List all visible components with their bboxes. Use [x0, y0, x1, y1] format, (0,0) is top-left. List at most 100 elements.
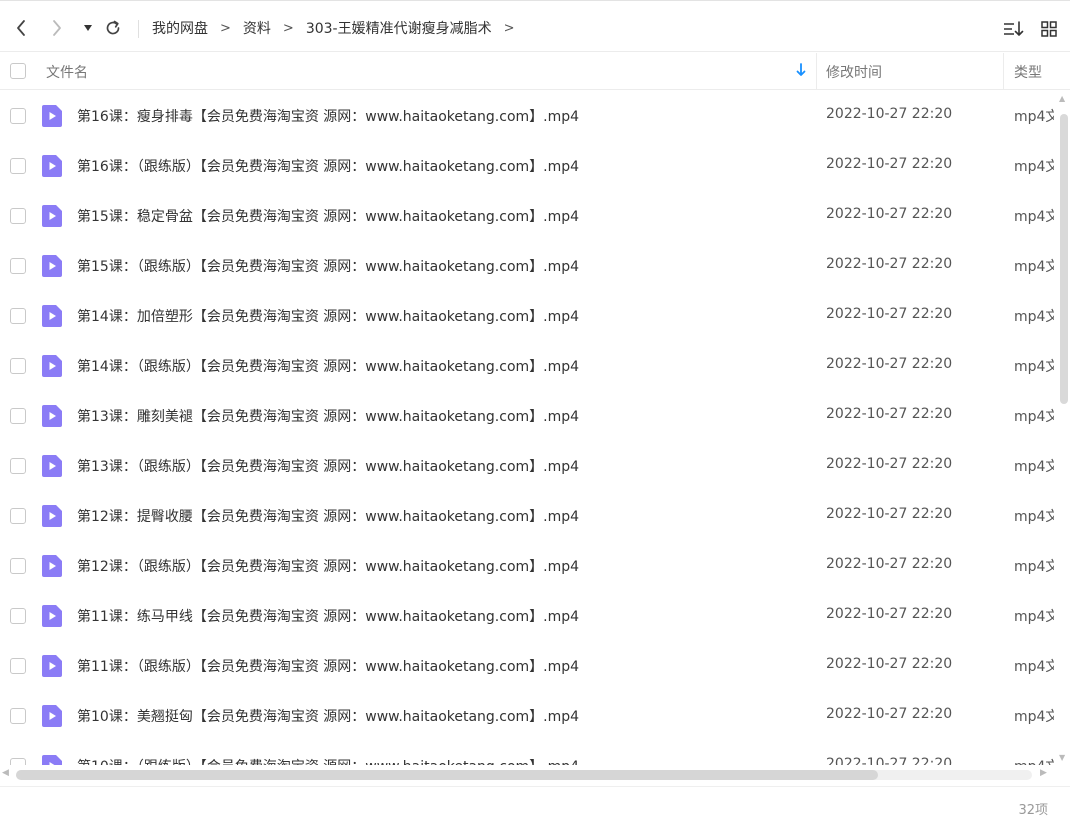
back-button[interactable] [10, 16, 32, 40]
row-checkbox[interactable] [10, 658, 26, 674]
file-type: mp4文 [1014, 409, 1054, 425]
file-row[interactable]: 第15课：稳定骨盆【会员免费海淘宝资 源网：www.haitaoketang.c… [0, 191, 1056, 241]
file-name[interactable]: 第14课：加倍塑形【会员免费海淘宝资 源网：www.haitaoketang.c… [77, 306, 579, 326]
file-name[interactable]: 第12课：提臀收腰【会员免费海淘宝资 源网：www.haitaoketang.c… [77, 506, 579, 526]
forward-button[interactable] [46, 16, 68, 40]
file-name[interactable]: 第14课：（跟练版）【会员免费海淘宝资 源网：www.haitaoketang.… [77, 356, 579, 376]
horizontal-scrollbar[interactable]: ◀ ▶ [0, 766, 1056, 784]
file-type: mp4文 [1014, 209, 1054, 225]
file-type: mp4文 [1014, 159, 1054, 175]
row-checkbox[interactable] [10, 408, 26, 424]
file-type: mp4文 [1014, 609, 1054, 625]
column-divider[interactable] [1003, 53, 1004, 90]
video-file-icon [42, 255, 62, 277]
file-name[interactable]: 第15课：（跟练版）【会员免费海淘宝资 源网：www.haitaoketang.… [77, 256, 579, 276]
file-row[interactable]: 第16课：瘦身排毒【会员免费海淘宝资 源网：www.haitaoketang.c… [0, 91, 1056, 141]
breadcrumb: 我的网盘 > 资料 > 303-王媛精准代谢瘦身减脂术 > [152, 16, 527, 40]
row-checkbox[interactable] [10, 158, 26, 174]
video-file-icon [42, 355, 62, 377]
file-modified-time: 2022-10-27 22:20 [826, 756, 953, 765]
file-row[interactable]: 第14课：加倍塑形【会员免费海淘宝资 源网：www.haitaoketang.c… [0, 291, 1056, 341]
file-row[interactable]: 第12课：（跟练版）【会员免费海淘宝资 源网：www.haitaoketang.… [0, 541, 1056, 591]
breadcrumb-expand-arrow[interactable]: > [504, 21, 515, 36]
video-file-icon [42, 605, 62, 627]
file-row[interactable]: 第11课：练马甲线【会员免费海淘宝资 源网：www.haitaoketang.c… [0, 591, 1056, 641]
history-dropdown-button[interactable] [80, 16, 96, 40]
column-header-name[interactable]: 文件名 [46, 62, 88, 82]
file-modified-time: 2022-10-27 22:20 [826, 706, 953, 722]
file-row[interactable]: 第10课：美翘挺匈【会员免费海淘宝资 源网：www.haitaoketang.c… [0, 691, 1056, 741]
file-name[interactable]: 第16课：瘦身排毒【会员免费海淘宝资 源网：www.haitaoketang.c… [77, 106, 579, 126]
row-checkbox[interactable] [10, 358, 26, 374]
grid-view-icon [1041, 21, 1057, 37]
video-file-icon [42, 405, 62, 427]
file-modified-time: 2022-10-27 22:20 [826, 356, 953, 372]
video-file-icon [42, 705, 62, 727]
sort-button[interactable] [1003, 18, 1025, 40]
row-checkbox[interactable] [10, 308, 26, 324]
file-name[interactable]: 第11课：练马甲线【会员免费海淘宝资 源网：www.haitaoketang.c… [77, 606, 579, 626]
file-row[interactable]: 第16课：（跟练版）【会员免费海淘宝资 源网：www.haitaoketang.… [0, 141, 1056, 191]
scroll-up-icon[interactable]: ▲ [1059, 94, 1065, 103]
video-file-icon [42, 555, 62, 577]
horizontal-scroll-thumb[interactable] [16, 770, 878, 780]
file-name[interactable]: 第13课：（跟练版）【会员免费海淘宝资 源网：www.haitaoketang.… [77, 456, 579, 476]
row-checkbox[interactable] [10, 258, 26, 274]
file-row[interactable]: 第13课：（跟练版）【会员免费海淘宝资 源网：www.haitaoketang.… [0, 441, 1056, 491]
file-modified-time: 2022-10-27 22:20 [826, 656, 953, 672]
file-row[interactable]: 第12课：提臀收腰【会员免费海淘宝资 源网：www.haitaoketang.c… [0, 491, 1056, 541]
file-name[interactable]: 第11课：（跟练版）【会员免费海淘宝资 源网：www.haitaoketang.… [77, 656, 579, 676]
row-checkbox[interactable] [10, 458, 26, 474]
file-type: mp4文 [1014, 709, 1054, 725]
file-row[interactable]: 第15课：（跟练版）【会员免费海淘宝资 源网：www.haitaoketang.… [0, 241, 1056, 291]
grid-view-button[interactable] [1038, 18, 1060, 40]
file-row[interactable]: 第10课：（跟练版）【会员免费海淘宝资 源网：www.haitaoketang.… [0, 741, 1056, 765]
select-all-checkbox[interactable] [10, 63, 26, 79]
breadcrumb-item-materials[interactable]: 资料 [243, 18, 271, 38]
file-row[interactable]: 第14课：（跟练版）【会员免费海淘宝资 源网：www.haitaoketang.… [0, 341, 1056, 391]
file-list-header: 文件名 修改时间 类型 [0, 53, 1070, 90]
file-name[interactable]: 第10课：美翘挺匈【会员免费海淘宝资 源网：www.haitaoketang.c… [77, 706, 579, 726]
file-type: mp4文 [1014, 109, 1054, 125]
video-file-icon [42, 205, 62, 227]
refresh-button[interactable] [102, 16, 124, 40]
breadcrumb-separator: > [220, 20, 231, 36]
file-name[interactable]: 第12课：（跟练版）【会员免费海淘宝资 源网：www.haitaoketang.… [77, 556, 579, 576]
toolbar-divider [138, 20, 139, 38]
column-header-type[interactable]: 类型 [1014, 62, 1042, 82]
video-file-icon [42, 155, 62, 177]
row-checkbox[interactable] [10, 758, 26, 765]
scroll-left-icon[interactable]: ◀ [2, 768, 9, 778]
file-name[interactable]: 第15课：稳定骨盆【会员免费海淘宝资 源网：www.haitaoketang.c… [77, 206, 579, 226]
video-file-icon [42, 505, 62, 527]
refresh-icon [106, 20, 120, 35]
file-type: mp4文 [1014, 509, 1054, 525]
video-file-icon [42, 305, 62, 327]
file-type: mp4文 [1014, 259, 1054, 275]
sort-arrow-icon[interactable] [796, 63, 806, 81]
column-header-modified-time[interactable]: 修改时间 [826, 62, 882, 82]
breadcrumb-separator: > [282, 20, 294, 36]
file-name[interactable]: 第16课：（跟练版）【会员免费海淘宝资 源网：www.haitaoketang.… [77, 156, 579, 176]
video-file-icon [42, 105, 62, 127]
file-name[interactable]: 第13课：雕刻美褪【会员免费海淘宝资 源网：www.haitaoketang.c… [77, 406, 579, 426]
vertical-scroll-thumb[interactable] [1060, 114, 1068, 404]
file-name[interactable]: 第10课：（跟练版）【会员免费海淘宝资 源网：www.haitaoketang.… [77, 756, 579, 765]
row-checkbox[interactable] [10, 508, 26, 524]
breadcrumb-item-my-disk[interactable]: 我的网盘 [152, 18, 208, 38]
row-checkbox[interactable] [10, 108, 26, 124]
file-modified-time: 2022-10-27 22:20 [826, 256, 953, 272]
scroll-down-icon[interactable]: ▼ [1059, 753, 1065, 762]
file-row[interactable]: 第13课：雕刻美褪【会员免费海淘宝资 源网：www.haitaoketang.c… [0, 391, 1056, 441]
breadcrumb-item-current-folder[interactable]: 303-王媛精准代谢瘦身减脂术 [306, 18, 492, 38]
row-checkbox[interactable] [10, 608, 26, 624]
row-checkbox[interactable] [10, 708, 26, 724]
column-divider[interactable] [816, 53, 817, 90]
file-row[interactable]: 第11课：（跟练版）【会员免费海淘宝资 源网：www.haitaoketang.… [0, 641, 1056, 691]
scroll-right-icon[interactable]: ▶ [1040, 768, 1047, 778]
row-checkbox[interactable] [10, 558, 26, 574]
row-checkbox[interactable] [10, 208, 26, 224]
status-bar: 32项 [0, 786, 1070, 824]
vertical-scrollbar[interactable]: ▲ ▼ [1058, 92, 1070, 764]
file-type: mp4文 [1014, 659, 1054, 675]
